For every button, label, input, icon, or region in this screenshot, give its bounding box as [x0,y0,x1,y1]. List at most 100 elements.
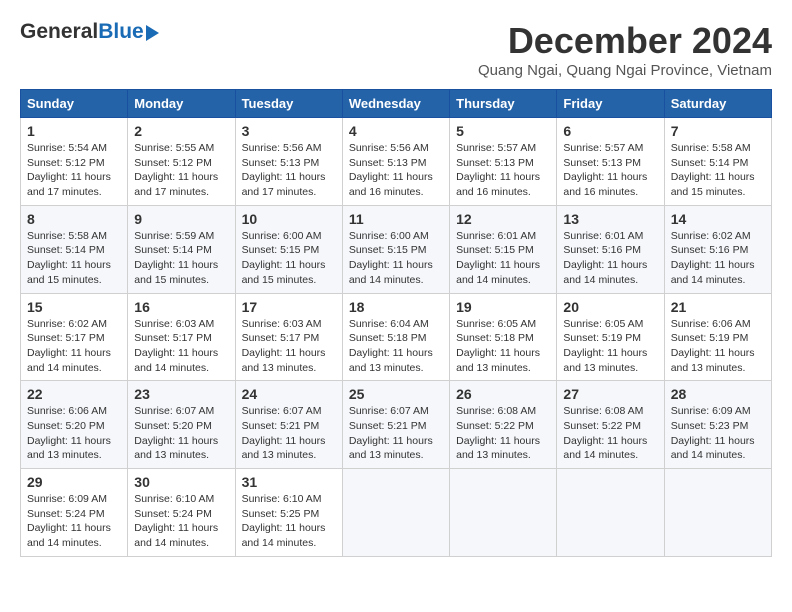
calendar-day-header: Sunday [21,90,128,118]
day-info: Sunrise: 6:08 AMSunset: 5:22 PMDaylight:… [563,404,657,463]
day-number: 9 [134,211,228,227]
calendar-cell [557,469,664,557]
calendar-week-row: 29 Sunrise: 6:09 AMSunset: 5:24 PMDaylig… [21,469,772,557]
calendar-cell: 15 Sunrise: 6:02 AMSunset: 5:17 PMDaylig… [21,293,128,381]
day-info: Sunrise: 6:03 AMSunset: 5:17 PMDaylight:… [134,317,228,376]
calendar-header-row: SundayMondayTuesdayWednesdayThursdayFrid… [21,90,772,118]
day-info: Sunrise: 6:05 AMSunset: 5:19 PMDaylight:… [563,317,657,376]
day-number: 22 [27,386,121,402]
calendar-cell: 5 Sunrise: 5:57 AMSunset: 5:13 PMDayligh… [450,118,557,206]
calendar-week-row: 22 Sunrise: 6:06 AMSunset: 5:20 PMDaylig… [21,381,772,469]
calendar-cell [342,469,449,557]
calendar-cell: 25 Sunrise: 6:07 AMSunset: 5:21 PMDaylig… [342,381,449,469]
day-info: Sunrise: 6:05 AMSunset: 5:18 PMDaylight:… [456,317,550,376]
day-number: 14 [671,211,765,227]
calendar-cell: 12 Sunrise: 6:01 AMSunset: 5:15 PMDaylig… [450,205,557,293]
day-info: Sunrise: 6:07 AMSunset: 5:20 PMDaylight:… [134,404,228,463]
calendar-cell: 23 Sunrise: 6:07 AMSunset: 5:20 PMDaylig… [128,381,235,469]
day-number: 27 [563,386,657,402]
calendar-cell: 7 Sunrise: 5:58 AMSunset: 5:14 PMDayligh… [664,118,771,206]
day-info: Sunrise: 6:03 AMSunset: 5:17 PMDaylight:… [242,317,336,376]
day-info: Sunrise: 5:55 AMSunset: 5:12 PMDaylight:… [134,141,228,200]
calendar-cell: 10 Sunrise: 6:00 AMSunset: 5:15 PMDaylig… [235,205,342,293]
day-number: 29 [27,474,121,490]
day-info: Sunrise: 6:10 AMSunset: 5:24 PMDaylight:… [134,492,228,551]
day-number: 24 [242,386,336,402]
day-number: 25 [349,386,443,402]
calendar-cell: 17 Sunrise: 6:03 AMSunset: 5:17 PMDaylig… [235,293,342,381]
day-number: 1 [27,123,121,139]
calendar-cell: 9 Sunrise: 5:59 AMSunset: 5:14 PMDayligh… [128,205,235,293]
calendar-day-header: Friday [557,90,664,118]
day-number: 5 [456,123,550,139]
day-number: 4 [349,123,443,139]
month-year-title: December 2024 [478,20,772,62]
day-number: 3 [242,123,336,139]
logo-blue-text: Blue [98,20,144,44]
day-info: Sunrise: 5:54 AMSunset: 5:12 PMDaylight:… [27,141,121,200]
logo: General Blue [20,20,159,44]
day-info: Sunrise: 5:56 AMSunset: 5:13 PMDaylight:… [349,141,443,200]
calendar-cell: 21 Sunrise: 6:06 AMSunset: 5:19 PMDaylig… [664,293,771,381]
calendar-cell: 28 Sunrise: 6:09 AMSunset: 5:23 PMDaylig… [664,381,771,469]
day-info: Sunrise: 6:02 AMSunset: 5:16 PMDaylight:… [671,229,765,288]
day-info: Sunrise: 5:56 AMSunset: 5:13 PMDaylight:… [242,141,336,200]
day-info: Sunrise: 6:01 AMSunset: 5:15 PMDaylight:… [456,229,550,288]
calendar-cell: 27 Sunrise: 6:08 AMSunset: 5:22 PMDaylig… [557,381,664,469]
page-header: General Blue December 2024 Quang Ngai, Q… [20,20,772,79]
day-number: 15 [27,299,121,315]
day-info: Sunrise: 6:04 AMSunset: 5:18 PMDaylight:… [349,317,443,376]
day-info: Sunrise: 6:07 AMSunset: 5:21 PMDaylight:… [349,404,443,463]
day-number: 17 [242,299,336,315]
calendar-cell [450,469,557,557]
day-info: Sunrise: 5:57 AMSunset: 5:13 PMDaylight:… [563,141,657,200]
day-info: Sunrise: 6:08 AMSunset: 5:22 PMDaylight:… [456,404,550,463]
calendar-table: SundayMondayTuesdayWednesdayThursdayFrid… [20,89,772,557]
location-subtitle: Quang Ngai, Quang Ngai Province, Vietnam [478,62,772,79]
calendar-cell: 14 Sunrise: 6:02 AMSunset: 5:16 PMDaylig… [664,205,771,293]
day-info: Sunrise: 6:02 AMSunset: 5:17 PMDaylight:… [27,317,121,376]
calendar-cell: 4 Sunrise: 5:56 AMSunset: 5:13 PMDayligh… [342,118,449,206]
day-number: 31 [242,474,336,490]
day-number: 13 [563,211,657,227]
day-info: Sunrise: 5:57 AMSunset: 5:13 PMDaylight:… [456,141,550,200]
day-info: Sunrise: 5:58 AMSunset: 5:14 PMDaylight:… [27,229,121,288]
day-number: 28 [671,386,765,402]
day-number: 19 [456,299,550,315]
calendar-day-header: Tuesday [235,90,342,118]
calendar-cell: 31 Sunrise: 6:10 AMSunset: 5:25 PMDaylig… [235,469,342,557]
calendar-day-header: Monday [128,90,235,118]
calendar-day-header: Saturday [664,90,771,118]
day-number: 18 [349,299,443,315]
calendar-cell: 29 Sunrise: 6:09 AMSunset: 5:24 PMDaylig… [21,469,128,557]
day-info: Sunrise: 6:06 AMSunset: 5:19 PMDaylight:… [671,317,765,376]
day-info: Sunrise: 5:59 AMSunset: 5:14 PMDaylight:… [134,229,228,288]
calendar-cell: 22 Sunrise: 6:06 AMSunset: 5:20 PMDaylig… [21,381,128,469]
title-block: December 2024 Quang Ngai, Quang Ngai Pro… [478,20,772,79]
calendar-cell [664,469,771,557]
calendar-cell: 13 Sunrise: 6:01 AMSunset: 5:16 PMDaylig… [557,205,664,293]
calendar-cell: 30 Sunrise: 6:10 AMSunset: 5:24 PMDaylig… [128,469,235,557]
calendar-cell: 18 Sunrise: 6:04 AMSunset: 5:18 PMDaylig… [342,293,449,381]
day-number: 20 [563,299,657,315]
calendar-cell: 1 Sunrise: 5:54 AMSunset: 5:12 PMDayligh… [21,118,128,206]
calendar-day-header: Wednesday [342,90,449,118]
day-number: 30 [134,474,228,490]
day-info: Sunrise: 6:06 AMSunset: 5:20 PMDaylight:… [27,404,121,463]
day-number: 7 [671,123,765,139]
calendar-cell: 26 Sunrise: 6:08 AMSunset: 5:22 PMDaylig… [450,381,557,469]
calendar-cell: 8 Sunrise: 5:58 AMSunset: 5:14 PMDayligh… [21,205,128,293]
day-info: Sunrise: 6:00 AMSunset: 5:15 PMDaylight:… [349,229,443,288]
day-info: Sunrise: 6:09 AMSunset: 5:24 PMDaylight:… [27,492,121,551]
calendar-cell: 20 Sunrise: 6:05 AMSunset: 5:19 PMDaylig… [557,293,664,381]
calendar-cell: 11 Sunrise: 6:00 AMSunset: 5:15 PMDaylig… [342,205,449,293]
day-number: 6 [563,123,657,139]
day-info: Sunrise: 6:09 AMSunset: 5:23 PMDaylight:… [671,404,765,463]
calendar-cell: 16 Sunrise: 6:03 AMSunset: 5:17 PMDaylig… [128,293,235,381]
calendar-cell: 19 Sunrise: 6:05 AMSunset: 5:18 PMDaylig… [450,293,557,381]
logo-general-text: General [20,20,98,44]
day-info: Sunrise: 6:01 AMSunset: 5:16 PMDaylight:… [563,229,657,288]
day-number: 12 [456,211,550,227]
calendar-cell: 2 Sunrise: 5:55 AMSunset: 5:12 PMDayligh… [128,118,235,206]
day-number: 11 [349,211,443,227]
